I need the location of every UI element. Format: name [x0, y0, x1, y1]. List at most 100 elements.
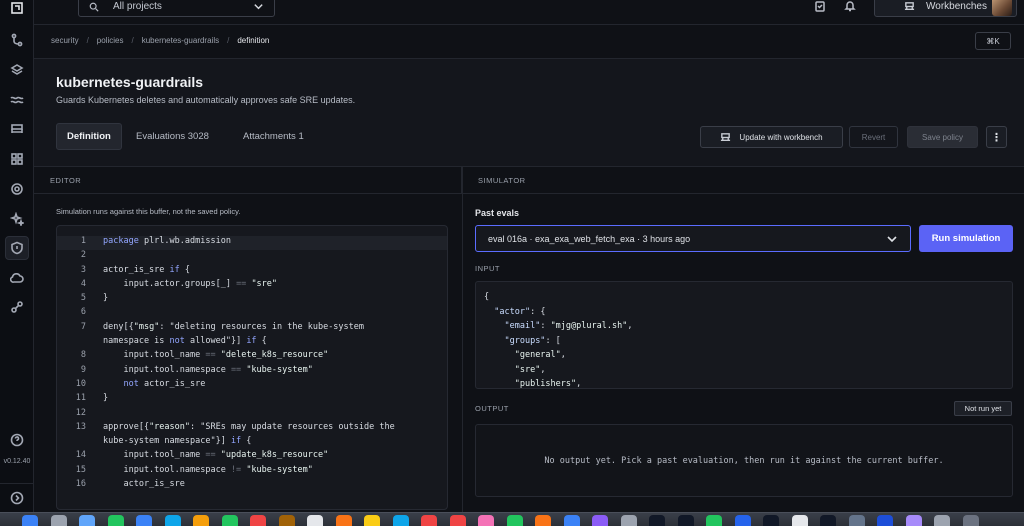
layers-icon[interactable] [5, 58, 29, 82]
command-shortcut-button[interactable]: ⌘K [975, 32, 1011, 50]
panel-divider[interactable] [462, 167, 463, 512]
dock-app-icon[interactable] [221, 515, 238, 526]
tab-evaluations[interactable]: Evaluations 3028 [126, 123, 219, 150]
dock-app-icon[interactable] [50, 515, 67, 526]
line-number: 5 [80, 293, 86, 304]
output-label: OUTPUT [475, 404, 509, 413]
code-text: input.tool_name == "update_k8s_resource" [103, 450, 329, 461]
dock-app-icon[interactable] [335, 515, 352, 526]
dock-app-icon[interactable] [164, 515, 181, 526]
target-icon[interactable] [5, 177, 29, 201]
code-editor[interactable]: 1 package plrl.wb.admission 2 3 actor_is_sre… [56, 225, 448, 510]
line-number: 8 [80, 350, 86, 361]
grid-icon[interactable] [5, 147, 29, 171]
input-json-viewer[interactable]: { "actor": { "email": "mjg@plural.sh", "… [475, 281, 1013, 389]
expand-icon[interactable] [5, 486, 29, 510]
save-policy-button[interactable]: Save policy [907, 126, 978, 148]
dock-app-icon[interactable] [649, 515, 665, 526]
stack-icon[interactable] [5, 117, 29, 141]
dock-app-icon[interactable] [620, 515, 637, 526]
dock-app-icon[interactable] [592, 515, 608, 526]
dock-app-icon[interactable] [506, 515, 523, 526]
dock-app-icon[interactable] [478, 515, 494, 526]
dock-app-icon[interactable] [677, 515, 694, 526]
line-number: 7 [80, 321, 86, 332]
clipboard-icon[interactable] [812, 0, 828, 14]
update-with-workbench-button[interactable]: Update with workbench [700, 126, 843, 148]
run-simulation-button[interactable]: Run simulation [919, 225, 1013, 252]
dock-app-icon[interactable] [250, 515, 266, 526]
past-eval-select[interactable]: eval 016a · exa_exa_web_fetch_exa · 3 ho… [475, 225, 911, 252]
dock-app-icon[interactable] [392, 515, 409, 526]
policy-header: kubernetes-guardrails Guards Kubernetes … [34, 59, 1024, 167]
shield-icon[interactable] [5, 236, 29, 260]
page-description: Guards Kubernetes deletes and automatica… [56, 95, 356, 105]
dock-app-icon[interactable] [848, 515, 865, 526]
bell-icon[interactable] [842, 0, 858, 14]
dock-app-icon[interactable] [421, 515, 437, 526]
logo-icon[interactable] [5, 0, 29, 20]
more-options-button[interactable]: ⋮ [986, 126, 1007, 148]
dock-app-icon[interactable] [905, 515, 922, 526]
help-icon[interactable] [5, 428, 29, 452]
code-line[interactable]: 4 input.actor.groups[_] == "sre" [57, 279, 447, 293]
code-line[interactable]: 1 package plrl.wb.admission [57, 236, 447, 251]
dock-app-icon[interactable] [136, 515, 152, 526]
dock-app-icon[interactable] [763, 515, 779, 526]
breadcrumb-security[interactable]: security [51, 36, 79, 45]
tab-definition[interactable]: Definition [56, 123, 122, 150]
line-number: 2 [80, 250, 86, 261]
dock-app-icon[interactable] [791, 515, 808, 526]
line-number: 16 [75, 479, 86, 490]
code-line[interactable]: 6 [57, 307, 447, 321]
code-line[interactable]: 9 input.tool.namespace == "kube-system" [57, 365, 447, 379]
simulator-header: SIMULATOR [462, 167, 1024, 194]
revert-button[interactable]: Revert [849, 126, 898, 148]
dock-app-icon[interactable] [449, 515, 466, 526]
code-line[interactable]: 5} [57, 293, 447, 307]
code-line[interactable]: 7 deny[{"msg": "deleting resources in the… [57, 322, 447, 336]
dock-app-icon[interactable] [706, 515, 722, 526]
code-line[interactable]: 13 approve[{"reason": "SREs may update re… [57, 422, 447, 436]
code-line[interactable]: 2 [57, 250, 447, 264]
workbenches-label: Workbenches [926, 1, 987, 12]
code-line[interactable]: 11} [57, 393, 447, 407]
json-line: { [484, 292, 490, 302]
code-line[interactable]: 15 input.tool.namespace != "kube-system" [57, 465, 447, 479]
tab-attachments[interactable]: Attachments 1 [233, 123, 314, 150]
top-bar: All projects Workbenches [34, 0, 1024, 25]
dock-app-icon[interactable] [934, 515, 950, 526]
code-line[interactable]: kube-system namespace"}] if { [57, 436, 447, 450]
code-line[interactable]: 12 [57, 408, 447, 422]
avatar[interactable] [992, 0, 1012, 16]
code-line[interactable]: 3 actor_is_sre if { [57, 265, 447, 279]
code-line[interactable]: 8 input.tool_name == "delete_k8s_resourc… [57, 350, 447, 364]
dock-app-icon[interactable] [962, 515, 979, 526]
code-line[interactable]: 10 not actor_is_sre [57, 379, 447, 393]
dock-app-icon[interactable] [820, 515, 836, 526]
git-icon[interactable] [5, 28, 29, 52]
code-line[interactable]: namespace is not allowed"}] if { [57, 336, 447, 350]
breadcrumb-policy[interactable]: kubernetes-guardrails [142, 36, 219, 45]
breadcrumb-policies[interactable]: policies [97, 36, 124, 45]
dock-app-icon[interactable] [307, 515, 323, 526]
breadcrumb-current: definition [237, 36, 270, 45]
dock-app-icon[interactable] [535, 515, 551, 526]
project-select[interactable]: All projects [78, 0, 275, 17]
dock-app-icon[interactable] [877, 515, 893, 526]
dock-app-icon[interactable] [364, 515, 380, 526]
flow-icon[interactable] [5, 295, 29, 319]
code-line[interactable]: 14 input.tool_name == "update_k8s_resour… [57, 450, 447, 464]
dock-app-icon[interactable] [79, 515, 95, 526]
sparkles-icon[interactable] [5, 207, 29, 231]
dock-app-icon[interactable] [734, 515, 751, 526]
cloud-icon[interactable] [5, 266, 29, 290]
dock-app-icon[interactable] [22, 515, 38, 526]
breadcrumb-separator: / [86, 36, 89, 45]
dock-app-icon[interactable] [563, 515, 580, 526]
dock-app-icon[interactable] [107, 515, 124, 526]
dock-app-icon[interactable] [193, 515, 209, 526]
dock-app-icon[interactable] [278, 515, 295, 526]
code-line[interactable]: 16 actor_is_sre [57, 479, 447, 493]
waves-icon[interactable] [5, 88, 29, 112]
